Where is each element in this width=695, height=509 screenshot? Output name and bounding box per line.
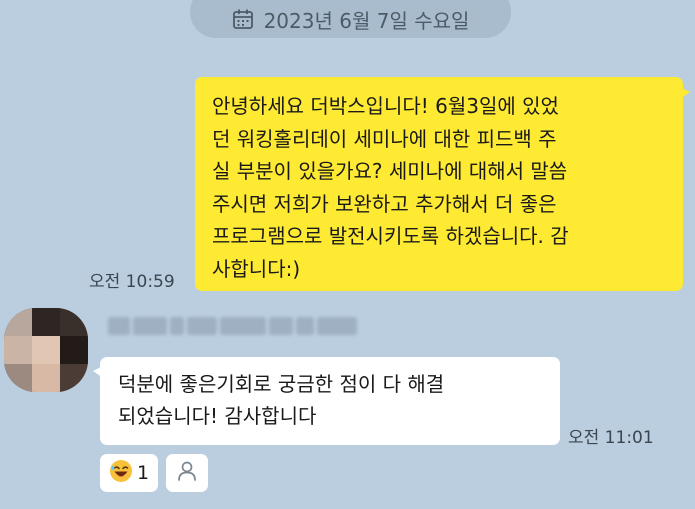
avatar[interactable] [4,308,88,392]
message-text: 덕분에 좋은기회로 궁금한 점이 다 해결 되었습니다! 감사합니다 [118,372,445,428]
reaction-chip[interactable]: 1 [100,454,158,492]
reaction-count: 1 [136,462,150,484]
outgoing-message-bubble[interactable]: 안녕하세요 더박스입니다! 6월3일에 있었 던 워킹홀리데이 세미나에 대한 … [195,77,690,291]
add-reaction-button[interactable] [166,454,208,492]
message-timestamp: 오전 10:59 [89,272,175,292]
message-timestamp: 오전 11:01 [568,428,654,448]
date-divider-text: 2023년 6월 7일 수요일 [263,8,470,33]
calendar-icon [232,8,254,30]
incoming-message-bubble[interactable]: 덕분에 좋은기회로 궁금한 점이 다 해결 되었습니다! 감사합니다 [93,357,560,445]
message-text: 안녕하세요 더박스입니다! 6월3일에 있었 던 워킹홀리데이 세미나에 대한 … [212,94,569,281]
person-icon [176,460,198,486]
sender-name-redacted [108,315,378,337]
date-divider: 2023년 6월 7일 수요일 [190,0,511,38]
laughing-face-emoji-icon [109,459,133,488]
